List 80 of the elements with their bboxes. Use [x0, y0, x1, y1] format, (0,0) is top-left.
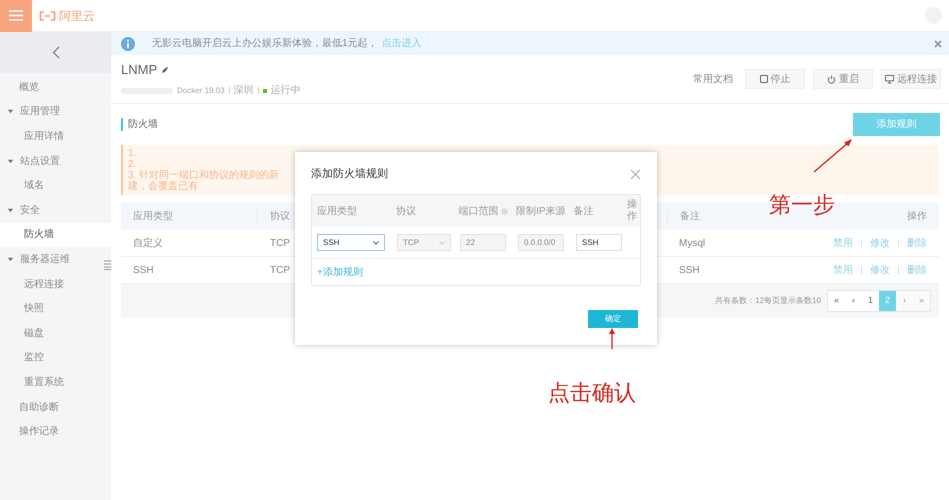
- row-action-link[interactable]: 禁用: [833, 262, 853, 278]
- annotation-text: 点击确认: [548, 379, 636, 407]
- notice-line: 3. 针对同一端口和协议的规则的新建，会覆盖已有: [128, 170, 280, 192]
- table-cell-text: SSH: [678, 264, 701, 278]
- column-header: 应用类型: [317, 204, 357, 218]
- dialog-title: 添加防火墙规则: [311, 166, 388, 182]
- annotation-arrow: [813, 138, 853, 173]
- column-header: 备注: [574, 204, 594, 218]
- banner-text: 无影云电脑开启云上办公娱乐新体验，最低1元起，: [152, 36, 378, 51]
- sidebar-item[interactable]: 域名: [0, 173, 111, 198]
- close-icon[interactable]: [934, 40, 942, 48]
- sidebar-item[interactable]: 概览: [0, 75, 111, 100]
- sidebar-item[interactable]: 快照: [0, 296, 111, 321]
- close-icon[interactable]: [630, 168, 641, 180]
- info-icon: [121, 36, 135, 50]
- add-rule-button[interactable]: 添加规则: [853, 112, 940, 136]
- instance-region: 深圳: [234, 84, 254, 98]
- instance-name: LNMP: [121, 60, 158, 79]
- docs-link[interactable]: 常用文档: [693, 72, 733, 86]
- table-cell-text: 自定义: [132, 236, 164, 250]
- input-field[interactable]: SSH: [576, 234, 622, 251]
- caret-icon: [7, 108, 14, 116]
- chevron-down-icon: [373, 240, 379, 244]
- sidebar-item[interactable]: 重置系统: [0, 370, 111, 395]
- select-field[interactable]: SSH: [317, 234, 385, 251]
- table-cell-text: SSH: [132, 264, 155, 278]
- column-header: 协议: [270, 210, 290, 222]
- notice-line: 1.: [128, 148, 138, 159]
- sidebar-item[interactable]: 磁盘: [0, 320, 111, 346]
- section-title: 防火墙: [128, 118, 158, 132]
- sidebar-item[interactable]: 监控: [0, 346, 111, 370]
- sidebar-item[interactable]: 远程连接: [0, 272, 111, 296]
- menu-button[interactable]: [0, 0, 32, 32]
- instance-status: 运行中: [270, 84, 301, 98]
- column-header: 应用类型: [121, 208, 258, 224]
- sidebar-item[interactable]: 防火墙: [0, 222, 111, 248]
- chevron-down-icon: [439, 240, 445, 244]
- sidebar-item[interactable]: 操作记录: [0, 419, 111, 444]
- sidebar-item[interactable]: 服务器运维: [0, 247, 111, 272]
- instance-image: Docker 19.03: [177, 84, 225, 97]
- logo-text: 阿里云: [59, 8, 95, 24]
- monitor-icon: [885, 74, 894, 84]
- pencil-icon[interactable]: [161, 66, 170, 74]
- column-header: 操作: [626, 199, 638, 223]
- pagination-summary: 共有条数：12每页显示条数10: [715, 295, 821, 307]
- sidebar-item[interactable]: 应用管理: [0, 100, 111, 124]
- help-icon: [500, 208, 508, 214]
- row-action-link[interactable]: 删除: [907, 262, 927, 278]
- column-header: 操作: [907, 210, 928, 224]
- menu-icon: [9, 10, 23, 21]
- sidebar-item[interactable]: 安全: [0, 198, 111, 223]
- row-action-link[interactable]: 修改: [870, 262, 890, 278]
- column-header: 协议: [396, 204, 416, 218]
- table-cell: TCP: [270, 264, 290, 276]
- row-action-link[interactable]: 禁用: [833, 236, 853, 250]
- list-icon[interactable]: [104, 260, 111, 270]
- sidebar-item[interactable]: 自助诊断: [0, 394, 111, 420]
- row-action-link[interactable]: 删除: [907, 236, 927, 250]
- action-button[interactable]: 重启: [813, 69, 873, 89]
- power-icon: [827, 74, 836, 84]
- add-rule-link[interactable]: +添加规则: [317, 264, 363, 280]
- chevron-left-icon: [52, 46, 60, 59]
- column-header: 限制IP来源: [516, 204, 566, 218]
- column-header: 端口范围: [458, 204, 499, 218]
- notice-line: 2.: [128, 159, 138, 170]
- action-button[interactable]: 远程连接: [881, 69, 941, 89]
- page-button[interactable]: 2: [879, 291, 896, 311]
- action-button[interactable]: 停止: [745, 69, 805, 89]
- confirm-button[interactable]: 确定: [588, 310, 638, 328]
- table-cell-text: Mysql: [678, 236, 706, 250]
- annotation-arrow: [608, 328, 616, 349]
- square-icon: [760, 75, 768, 83]
- logo-icon: [39, 10, 56, 20]
- sidebar-item[interactable]: 应用详情: [0, 124, 111, 149]
- row-action-link[interactable]: 修改: [870, 236, 890, 250]
- sidebar-item[interactable]: 站点设置: [0, 148, 111, 174]
- caret-icon: [7, 206, 14, 214]
- table-cell: TCP: [270, 238, 290, 248]
- caret-icon: [7, 256, 14, 263]
- caret-icon: [7, 158, 14, 165]
